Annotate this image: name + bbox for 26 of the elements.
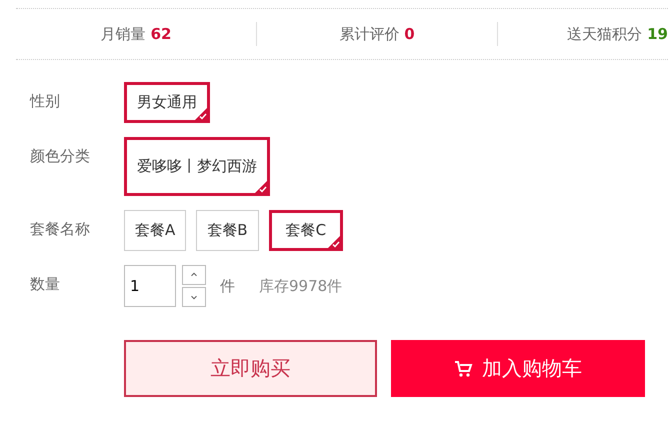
stat-label: 月销量: [100, 24, 146, 44]
option-button[interactable]: 男女通用: [124, 82, 210, 123]
property-label: 颜色分类: [30, 146, 91, 166]
option-button[interactable]: 套餐B: [196, 210, 259, 251]
property-label: 数量: [30, 274, 61, 294]
stat-value: 62: [150, 24, 172, 44]
decrease-button[interactable]: [182, 287, 206, 307]
check-corner-icon: [255, 181, 267, 193]
stat-value: 19: [647, 24, 668, 44]
option-button[interactable]: 套餐C: [268, 210, 344, 251]
stat-label: 累计评价: [339, 24, 400, 44]
unit-label: 件: [220, 276, 235, 296]
quantity-field[interactable]: 1: [124, 265, 176, 307]
option-button[interactable]: 套餐A: [124, 210, 186, 251]
property-label: 套餐名称: [30, 219, 91, 239]
option-button[interactable]: 爱哆哆丨梦幻西游: [124, 137, 270, 196]
increase-button[interactable]: [182, 265, 206, 285]
check-corner-icon: [195, 108, 207, 120]
add-to-cart-button[interactable]: 加入购物车: [391, 340, 645, 397]
stat-value: 0: [404, 24, 415, 44]
property-label: 性别: [30, 91, 61, 111]
stock-text: 库存9978件: [259, 276, 342, 296]
stat-label: 送天猫积分: [567, 24, 642, 44]
cart-icon: [454, 360, 474, 378]
check-corner-icon: [328, 236, 340, 248]
buy-now-button[interactable]: 立即购买: [124, 340, 377, 397]
